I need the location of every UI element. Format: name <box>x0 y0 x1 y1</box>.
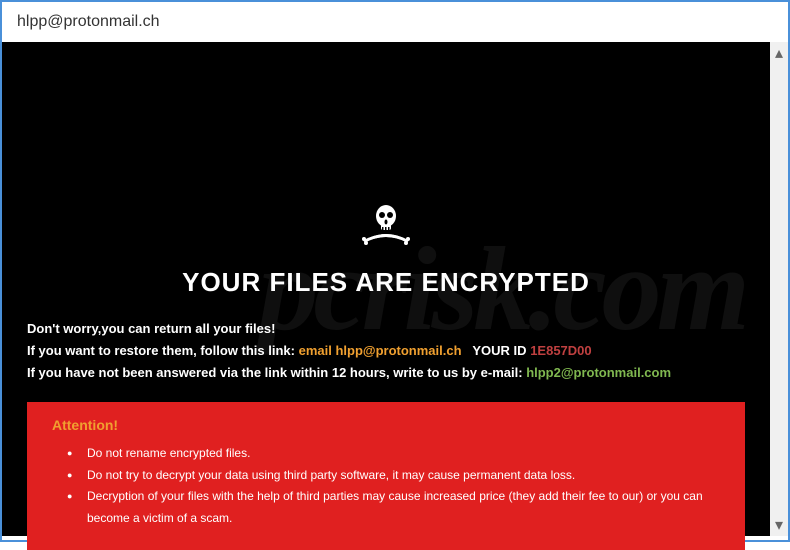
email-label: email <box>299 343 332 358</box>
attention-item: Do not rename encrypted files. <box>67 443 720 465</box>
line3-prefix: If you have not been answered via the li… <box>27 365 523 380</box>
attention-item: Decryption of your files with the help o… <box>67 486 720 529</box>
line2-prefix: If you want to restore them, follow this… <box>27 343 295 358</box>
scroll-down-icon[interactable]: ▾ <box>772 518 786 532</box>
attention-title: Attention! <box>52 417 720 433</box>
skull-crossbones-icon <box>356 200 416 255</box>
window-title-bar: hlpp@protonmail.ch <box>2 2 788 42</box>
attention-box: Attention! Do not rename encrypted files… <box>27 402 745 549</box>
id-label: YOUR ID <box>472 343 526 358</box>
attention-list: Do not rename encrypted files. Do not tr… <box>52 443 720 529</box>
contact-email-2: hlpp2@protonmail.com <box>526 365 671 380</box>
victim-id: 1E857D00 <box>530 343 591 358</box>
attention-item: Do not try to decrypt your data using th… <box>67 465 720 487</box>
encrypted-heading: YOUR FILES ARE ENCRYPTED <box>182 267 590 298</box>
scroll-up-icon[interactable]: ▴ <box>772 46 786 60</box>
contact-email-1: hlpp@protonmail.ch <box>335 343 461 358</box>
ransom-note-content: pcrisk.com <box>2 42 770 536</box>
message-line-3: If you have not been answered via the li… <box>27 362 745 384</box>
message-line-2: If you want to restore them, follow this… <box>27 340 745 362</box>
vertical-scrollbar[interactable]: ▴ ▾ <box>770 42 788 536</box>
message-block: Don't worry,you can return all your file… <box>27 318 745 384</box>
window-title: hlpp@protonmail.ch <box>17 13 160 31</box>
content-wrapper: pcrisk.com <box>2 42 788 536</box>
message-line-1: Don't worry,you can return all your file… <box>27 318 745 340</box>
